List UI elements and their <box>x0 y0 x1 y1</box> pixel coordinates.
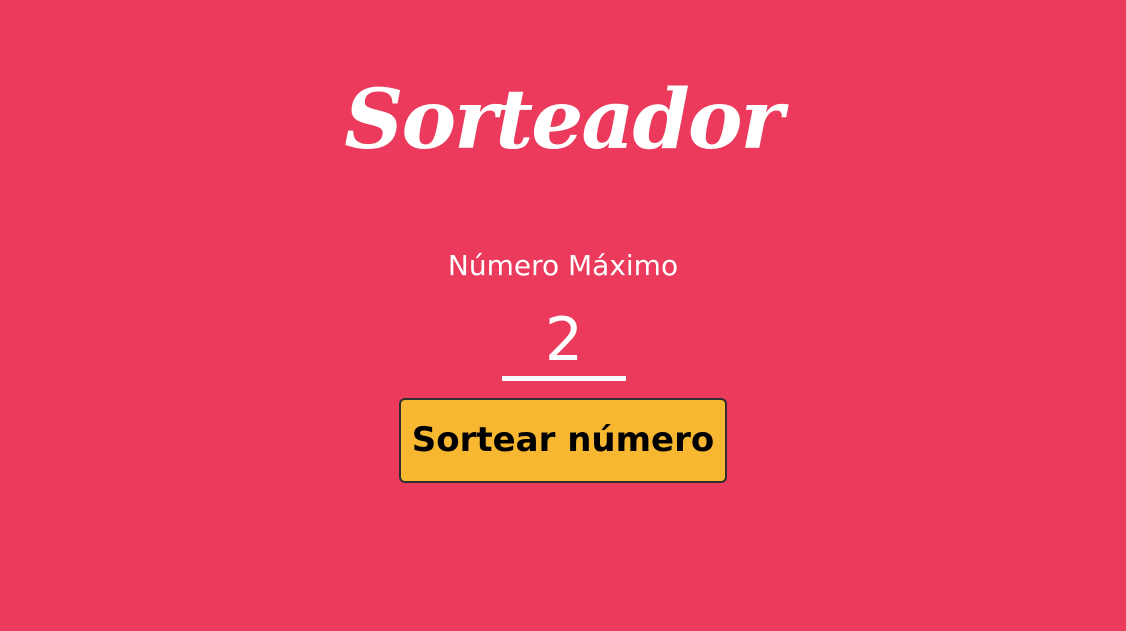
max-number-label: Número Máximo <box>447 249 679 282</box>
app-logo: Sorteador <box>344 72 784 168</box>
main-page: Sorteador Número Máximo Sortear número <box>0 0 1126 631</box>
draw-number-button[interactable]: Sortear número <box>399 398 727 483</box>
max-number-input[interactable] <box>502 304 626 381</box>
